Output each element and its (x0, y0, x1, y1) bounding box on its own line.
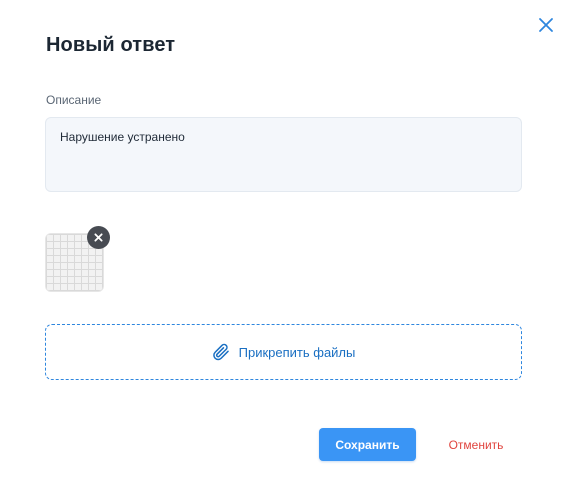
cancel-button[interactable]: Отменить (437, 428, 515, 461)
save-button[interactable]: Сохранить (319, 428, 416, 461)
dialog-title: Новый ответ (46, 34, 176, 56)
close-icon (94, 233, 103, 242)
paperclip-icon (212, 343, 229, 361)
description-field[interactable]: Нарушение устранено (45, 117, 522, 192)
close-button[interactable] (535, 14, 557, 36)
attachment-item (45, 226, 111, 292)
attach-files-button[interactable]: Прикрепить файлы (45, 324, 522, 380)
attach-files-label: Прикрепить файлы (238, 344, 356, 360)
close-icon (539, 18, 553, 32)
remove-attachment-button[interactable] (87, 226, 110, 249)
description-label: Описание (46, 93, 102, 107)
new-answer-dialog: Новый ответ Описание Нарушение устранено… (0, 0, 571, 479)
